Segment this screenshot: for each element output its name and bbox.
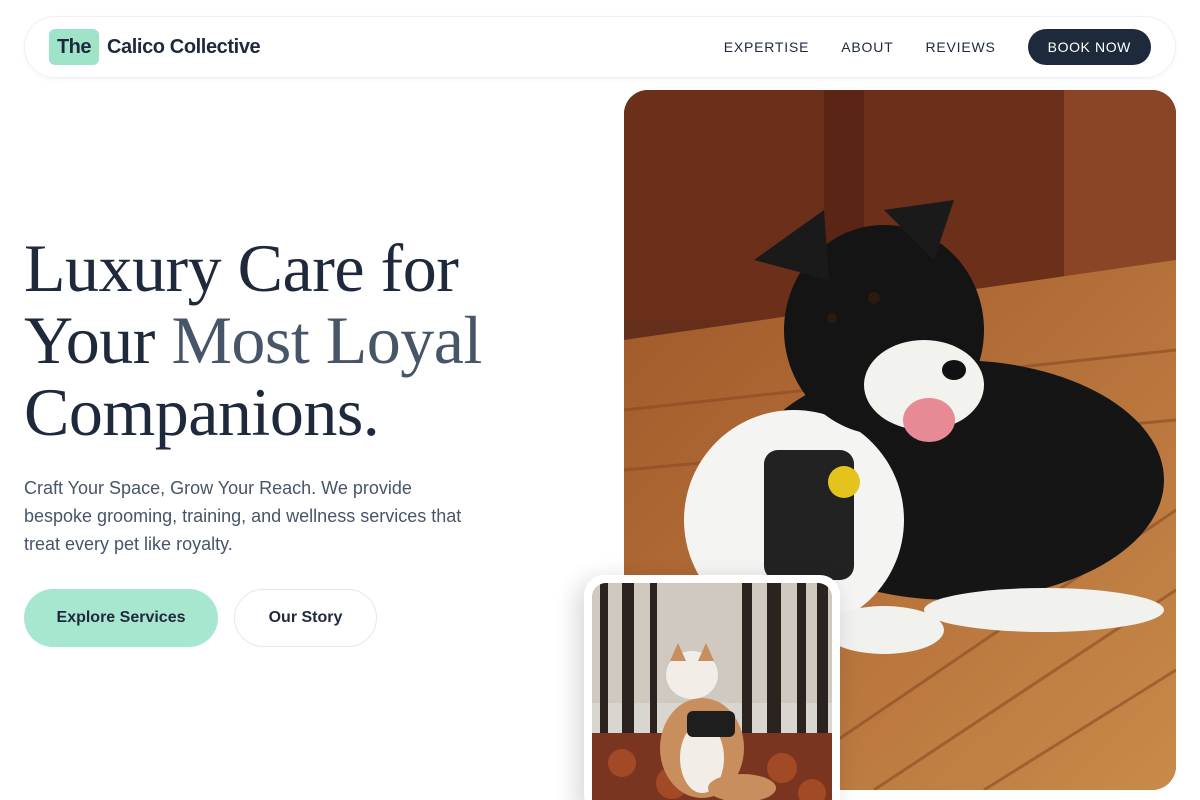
forest-dog-photo	[592, 583, 832, 800]
headline-line-3: Companions.	[24, 374, 380, 450]
headline-line-1: Luxury Care for	[24, 230, 459, 306]
logo[interactable]: The Calico Collective	[49, 29, 261, 65]
brand-name: Calico Collective	[107, 35, 261, 58]
nav-link-about[interactable]: ABOUT	[841, 39, 893, 55]
headline-accent: Most Loyal	[171, 302, 482, 378]
book-now-button[interactable]: BOOK NOW	[1027, 29, 1151, 65]
headline-line-2-start: Your	[24, 302, 172, 378]
hero-headline: Luxury Care for Your Most Loyal Companio…	[24, 232, 584, 448]
our-story-button[interactable]: Our Story	[234, 589, 377, 647]
hero-subtext: Craft Your Space, Grow Your Reach. We pr…	[24, 478, 462, 554]
nav-links: EXPERTISE ABOUT REVIEWS	[724, 39, 996, 55]
top-navigation: The Calico Collective EXPERTISE ABOUT RE…	[24, 16, 1176, 78]
secondary-photo-card	[584, 575, 840, 800]
logo-mark: The	[49, 29, 99, 65]
nav-link-reviews[interactable]: REVIEWS	[925, 39, 995, 55]
nav-link-expertise[interactable]: EXPERTISE	[724, 39, 810, 55]
explore-services-button[interactable]: Explore Services	[24, 589, 218, 647]
